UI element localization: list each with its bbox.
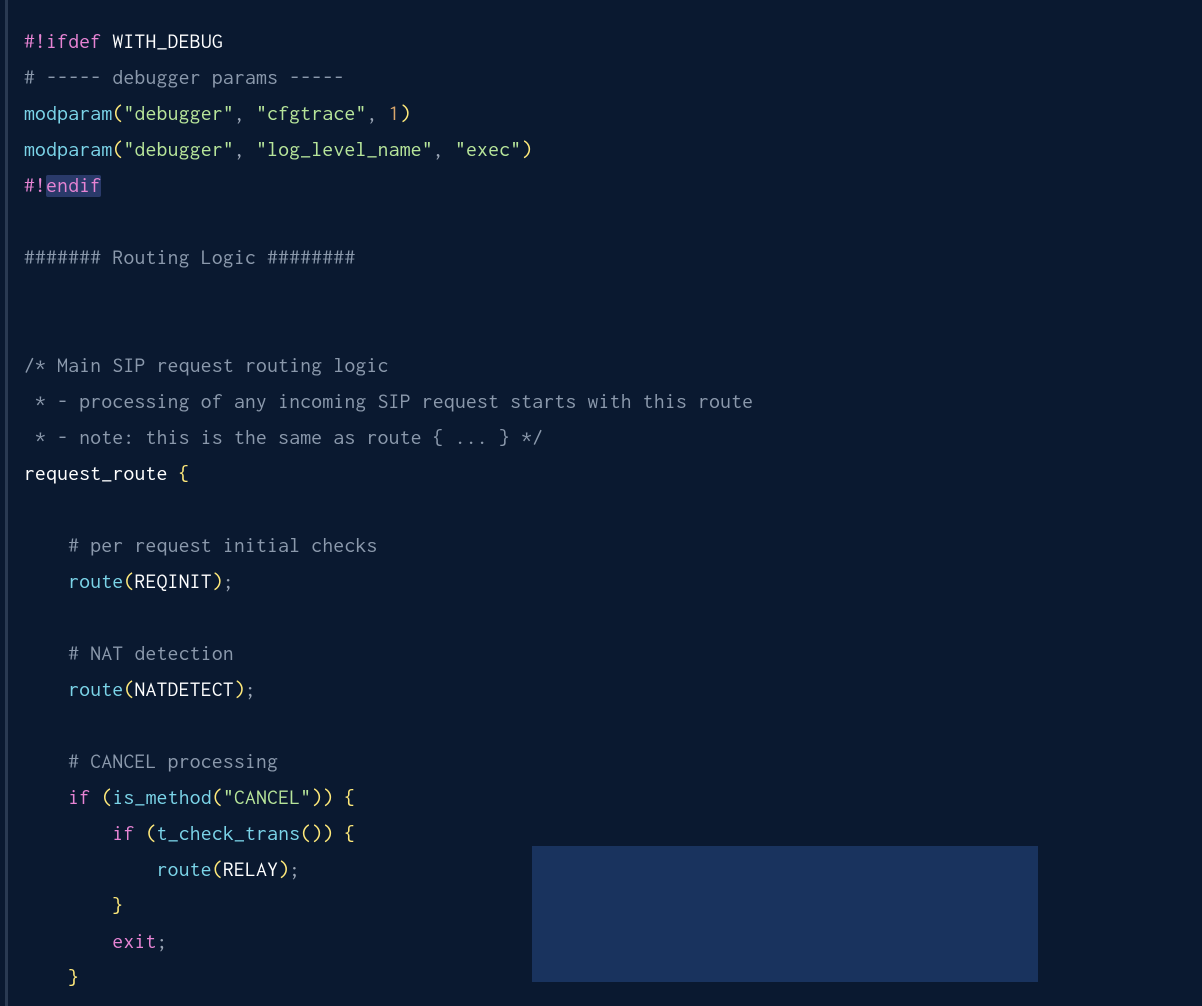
brace-open: { (345, 823, 356, 845)
comma: , (234, 139, 245, 161)
code-line-comment: /* Main SIP request routing logic (24, 348, 1202, 384)
identifier: NATDETECT (135, 679, 234, 701)
code-line-comment: * - processing of any incoming SIP reque… (24, 384, 1202, 420)
paren-close: ) (521, 139, 532, 161)
paren-open: ( (212, 859, 223, 881)
code-line-blank (24, 276, 1202, 312)
indent (24, 823, 112, 845)
code-line: #!endif (24, 168, 1202, 204)
code-line-blank (24, 708, 1202, 744)
space (333, 823, 344, 845)
code-line-blank (24, 204, 1202, 240)
string-literal: "debugger" (123, 139, 234, 161)
identifier: request_route (24, 463, 179, 485)
string-literal: "debugger" (123, 103, 234, 125)
indent (24, 859, 157, 881)
paren-close: ) (234, 679, 245, 701)
space (444, 139, 455, 161)
indent (24, 571, 68, 593)
space (245, 103, 256, 125)
space (378, 103, 389, 125)
identifier: RELAY (223, 859, 278, 881)
function-name: route (68, 679, 123, 701)
code-line-blank (24, 600, 1202, 636)
preproc-keyword: endif (46, 175, 101, 197)
preproc-marker: #! (24, 175, 46, 197)
code-line: request_route { (24, 456, 1202, 492)
code-line-comment: # per request initial checks (24, 528, 1202, 564)
comma: , (234, 103, 245, 125)
selection-highlight (532, 846, 1038, 982)
indent (24, 931, 112, 953)
indent (24, 967, 68, 989)
keyword-exit: exit (112, 931, 156, 953)
identifier: REQINIT (135, 571, 212, 593)
indent (24, 895, 112, 917)
code-line: route(NATDETECT); (24, 672, 1202, 708)
number-literal: 1 (389, 103, 400, 125)
indent (24, 679, 68, 701)
semicolon: ; (157, 931, 168, 953)
space (245, 139, 256, 161)
code-line-comment: ####### Routing Logic ######## (24, 240, 1202, 276)
preproc-symbol: WITH_DEBUG (101, 31, 223, 53)
code-line-comment: # CANCEL processing (24, 744, 1202, 780)
keyword-if: if (68, 787, 90, 809)
paren-open: ( (112, 139, 123, 161)
paren-open: ( (300, 823, 311, 845)
space (135, 823, 146, 845)
space (90, 787, 101, 809)
code-line-blank (24, 492, 1202, 528)
paren-close: ) (322, 787, 333, 809)
function-name: route (68, 571, 123, 593)
code-line: route(REQINIT); (24, 564, 1202, 600)
paren-close: ) (212, 571, 223, 593)
comma: , (367, 103, 378, 125)
brace-open: { (345, 787, 356, 809)
brace-open: { (179, 463, 190, 485)
paren-close: ) (311, 823, 322, 845)
string-literal: "CANCEL" (223, 787, 311, 809)
string-literal: "exec" (455, 139, 521, 161)
paren-open: ( (212, 787, 223, 809)
function-name: t_check_trans (157, 823, 301, 845)
paren-open: ( (123, 679, 134, 701)
paren-open: ( (123, 571, 134, 593)
preproc-marker: #! (24, 31, 46, 53)
code-line: modparam("debugger", "cfgtrace", 1) (24, 96, 1202, 132)
code-line-comment: * - note: this is the same as route { ..… (24, 420, 1202, 456)
brace-close: } (68, 967, 79, 989)
code-line-comment: # ----- debugger params ----- (24, 60, 1202, 96)
function-name: modparam (24, 139, 112, 161)
string-literal: "log_level_name" (256, 139, 433, 161)
keyword-if: if (112, 823, 134, 845)
paren-close: ) (322, 823, 333, 845)
preproc-keyword: ifdef (46, 31, 101, 53)
code-line: modparam("debugger", "log_level_name", "… (24, 132, 1202, 168)
semicolon: ; (245, 679, 256, 701)
function-name: modparam (24, 103, 112, 125)
function-name: is_method (112, 787, 211, 809)
code-line-blank (24, 312, 1202, 348)
semicolon: ; (289, 859, 300, 881)
comma: , (433, 139, 444, 161)
code-line: #!ifdef WITH_DEBUG (24, 24, 1202, 60)
function-name: route (157, 859, 212, 881)
paren-open: ( (146, 823, 157, 845)
paren-close: ) (400, 103, 411, 125)
space (333, 787, 344, 809)
string-literal: "cfgtrace" (256, 103, 367, 125)
paren-close: ) (311, 787, 322, 809)
brace-close: } (112, 895, 123, 917)
paren-open: ( (112, 103, 123, 125)
paren-close: ) (278, 859, 289, 881)
code-line: if (is_method("CANCEL")) { (24, 780, 1202, 816)
code-editor[interactable]: #!ifdef WITH_DEBUG # ----- debugger para… (5, 0, 1202, 1006)
code-line-comment: # NAT detection (24, 636, 1202, 672)
paren-open: ( (101, 787, 112, 809)
semicolon: ; (223, 571, 234, 593)
indent (24, 787, 68, 809)
